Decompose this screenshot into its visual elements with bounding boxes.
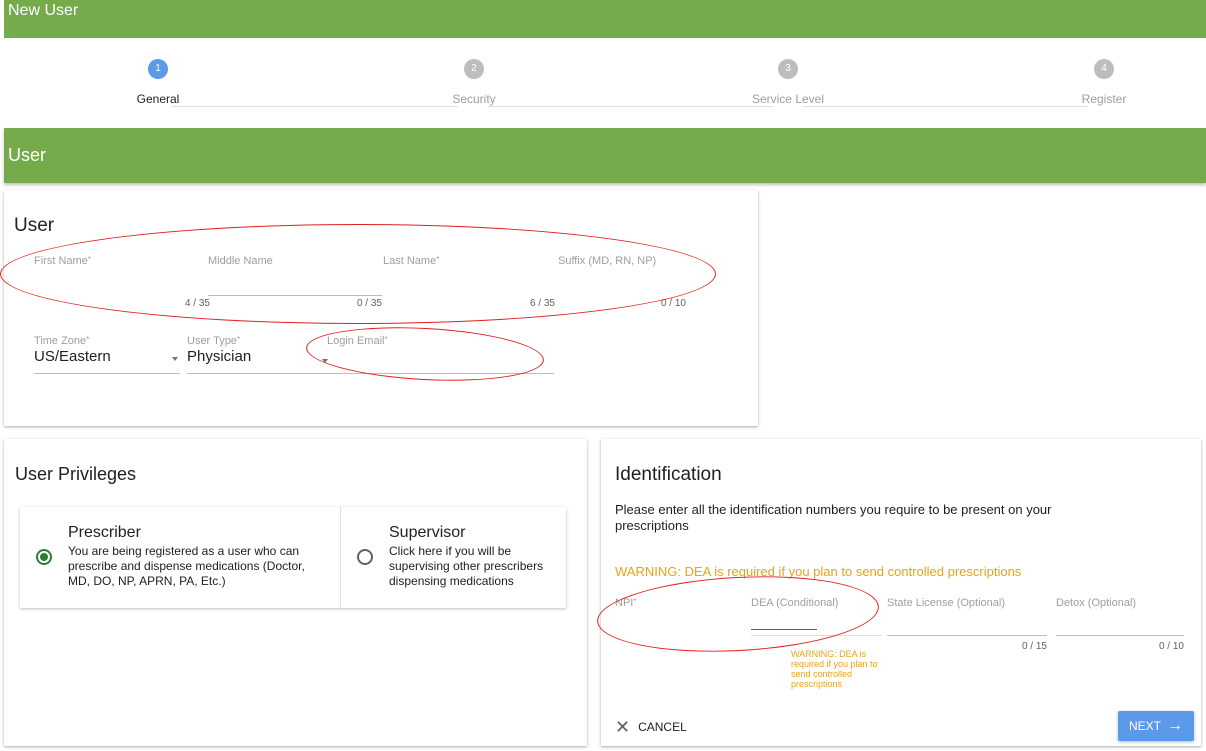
user-card: User First Name* 4 / 35 Middle Name 0 / … [0, 190, 758, 426]
middle-name-label: Middle Name [208, 255, 273, 267]
first-name-label: First Name* [34, 255, 91, 267]
close-icon: ✕ [615, 717, 631, 737]
time-zone-value: US/Eastern [34, 348, 111, 365]
privileges-card-title: User Privileges [15, 464, 137, 484]
detox-field[interactable]: Detox (Optional) 0 / 10 [1056, 597, 1184, 653]
dea-underline [751, 629, 817, 630]
last-name-counter: 6 / 35 [529, 298, 555, 309]
step-register[interactable]: 4 Register [1044, 59, 1164, 106]
cancel-button[interactable]: ✕ CANCEL [615, 717, 687, 737]
step-number: 4 [1094, 59, 1114, 79]
detox-counter: 0 / 10 [1158, 641, 1184, 652]
state-license-underline [887, 635, 1047, 636]
login-email-label: Login Email* [327, 335, 388, 347]
user-type-value: Physician [187, 348, 252, 365]
dea-underline-outer [751, 635, 881, 636]
cancel-label: CANCEL [638, 720, 687, 734]
step-label: General [136, 92, 180, 106]
user-type-label: User Type* [187, 335, 241, 347]
dea-label: DEA (Conditional) [751, 597, 839, 609]
step-connector [172, 106, 458, 107]
radio-dot [40, 553, 48, 561]
step-label: Security [452, 92, 496, 106]
supervisor-description: Click here if you will be supervising ot… [389, 544, 544, 588]
user-type-select[interactable]: User Type* Physician [187, 335, 333, 375]
login-email-field[interactable]: Login Email* [326, 335, 554, 375]
detox-underline [1056, 635, 1184, 636]
step-general[interactable]: 1 General [98, 59, 218, 106]
suffix-field[interactable]: Suffix (MD, RN, NP) 0 / 10 [558, 255, 686, 311]
prescriber-description: You are being registered as a user who c… [68, 544, 305, 588]
last-name-field[interactable]: Last Name* 6 / 35 [383, 255, 555, 311]
dea-field-warning: WARNING: DEA is required if you plan to … [791, 649, 878, 689]
section-title: User [8, 145, 47, 165]
prescriber-title: Prescriber [68, 524, 141, 541]
supervisor-title: Supervisor [389, 524, 466, 541]
caret-down-icon [172, 357, 178, 361]
role-option-prescriber[interactable]: Prescriber You are being registered as a… [20, 507, 340, 608]
step-service-level[interactable]: 3 Service Level [728, 59, 848, 106]
supervisor-radio[interactable] [357, 549, 373, 565]
npi-label: NPI* [615, 597, 637, 609]
identification-intro: Please enter all the identification numb… [615, 502, 1052, 533]
dea-field[interactable]: DEA (Conditional) [751, 597, 881, 637]
middle-name-counter: 0 / 35 [356, 298, 382, 309]
time-zone-label: Time Zone* [34, 335, 90, 347]
last-name-label: Last Name* [383, 255, 440, 267]
user-type-underline [187, 373, 333, 374]
step-number: 1 [148, 59, 168, 79]
step-connector [488, 106, 774, 107]
detox-label: Detox (Optional) [1056, 597, 1137, 609]
user-privileges-card: User Privileges Prescriber You are being… [4, 439, 587, 746]
role-selector: Prescriber You are being registered as a… [20, 507, 566, 608]
step-label: Service Level [751, 92, 825, 106]
arrow-right-icon: → [1167, 717, 1183, 734]
first-name-field[interactable]: First Name* 4 / 35 [34, 255, 210, 311]
step-number: 3 [778, 59, 798, 79]
state-license-label: State License (Optional) [887, 597, 1006, 609]
suffix-label: Suffix (MD, RN, NP) [558, 255, 657, 267]
next-label: NEXT [1128, 719, 1161, 733]
prescriber-radio[interactable] [36, 549, 52, 565]
identification-card: Identification Please enter all the iden… [595, 439, 1201, 746]
login-email-underline [326, 373, 554, 374]
app-header: New User [4, 0, 1206, 38]
step-security[interactable]: 2 Security [414, 59, 534, 106]
step-label: Register [1081, 92, 1127, 106]
npi-field[interactable]: NPI* [615, 597, 745, 637]
step-connector [802, 106, 1088, 107]
user-card-title: User [14, 215, 55, 236]
middle-name-underline [208, 295, 382, 296]
time-zone-underline [34, 373, 180, 374]
page-title: New User [8, 2, 79, 19]
section-header: User [4, 128, 1206, 183]
dea-warning-banner: WARNING: DEA is required if you plan to … [615, 564, 1022, 579]
identification-card-title: Identification [615, 464, 722, 485]
state-license-field[interactable]: State License (Optional) 0 / 15 [887, 597, 1047, 653]
role-option-supervisor[interactable]: Supervisor Click here if you will be sup… [341, 507, 566, 608]
middle-name-field[interactable]: Middle Name 0 / 35 [208, 255, 382, 311]
suffix-counter: 0 / 10 [660, 298, 686, 309]
time-zone-select[interactable]: Time Zone* US/Eastern [34, 335, 180, 375]
first-name-counter: 4 / 35 [184, 298, 210, 309]
next-button[interactable]: NEXT → [1118, 711, 1194, 741]
step-number: 2 [464, 59, 484, 79]
state-license-counter: 0 / 15 [1021, 641, 1047, 652]
